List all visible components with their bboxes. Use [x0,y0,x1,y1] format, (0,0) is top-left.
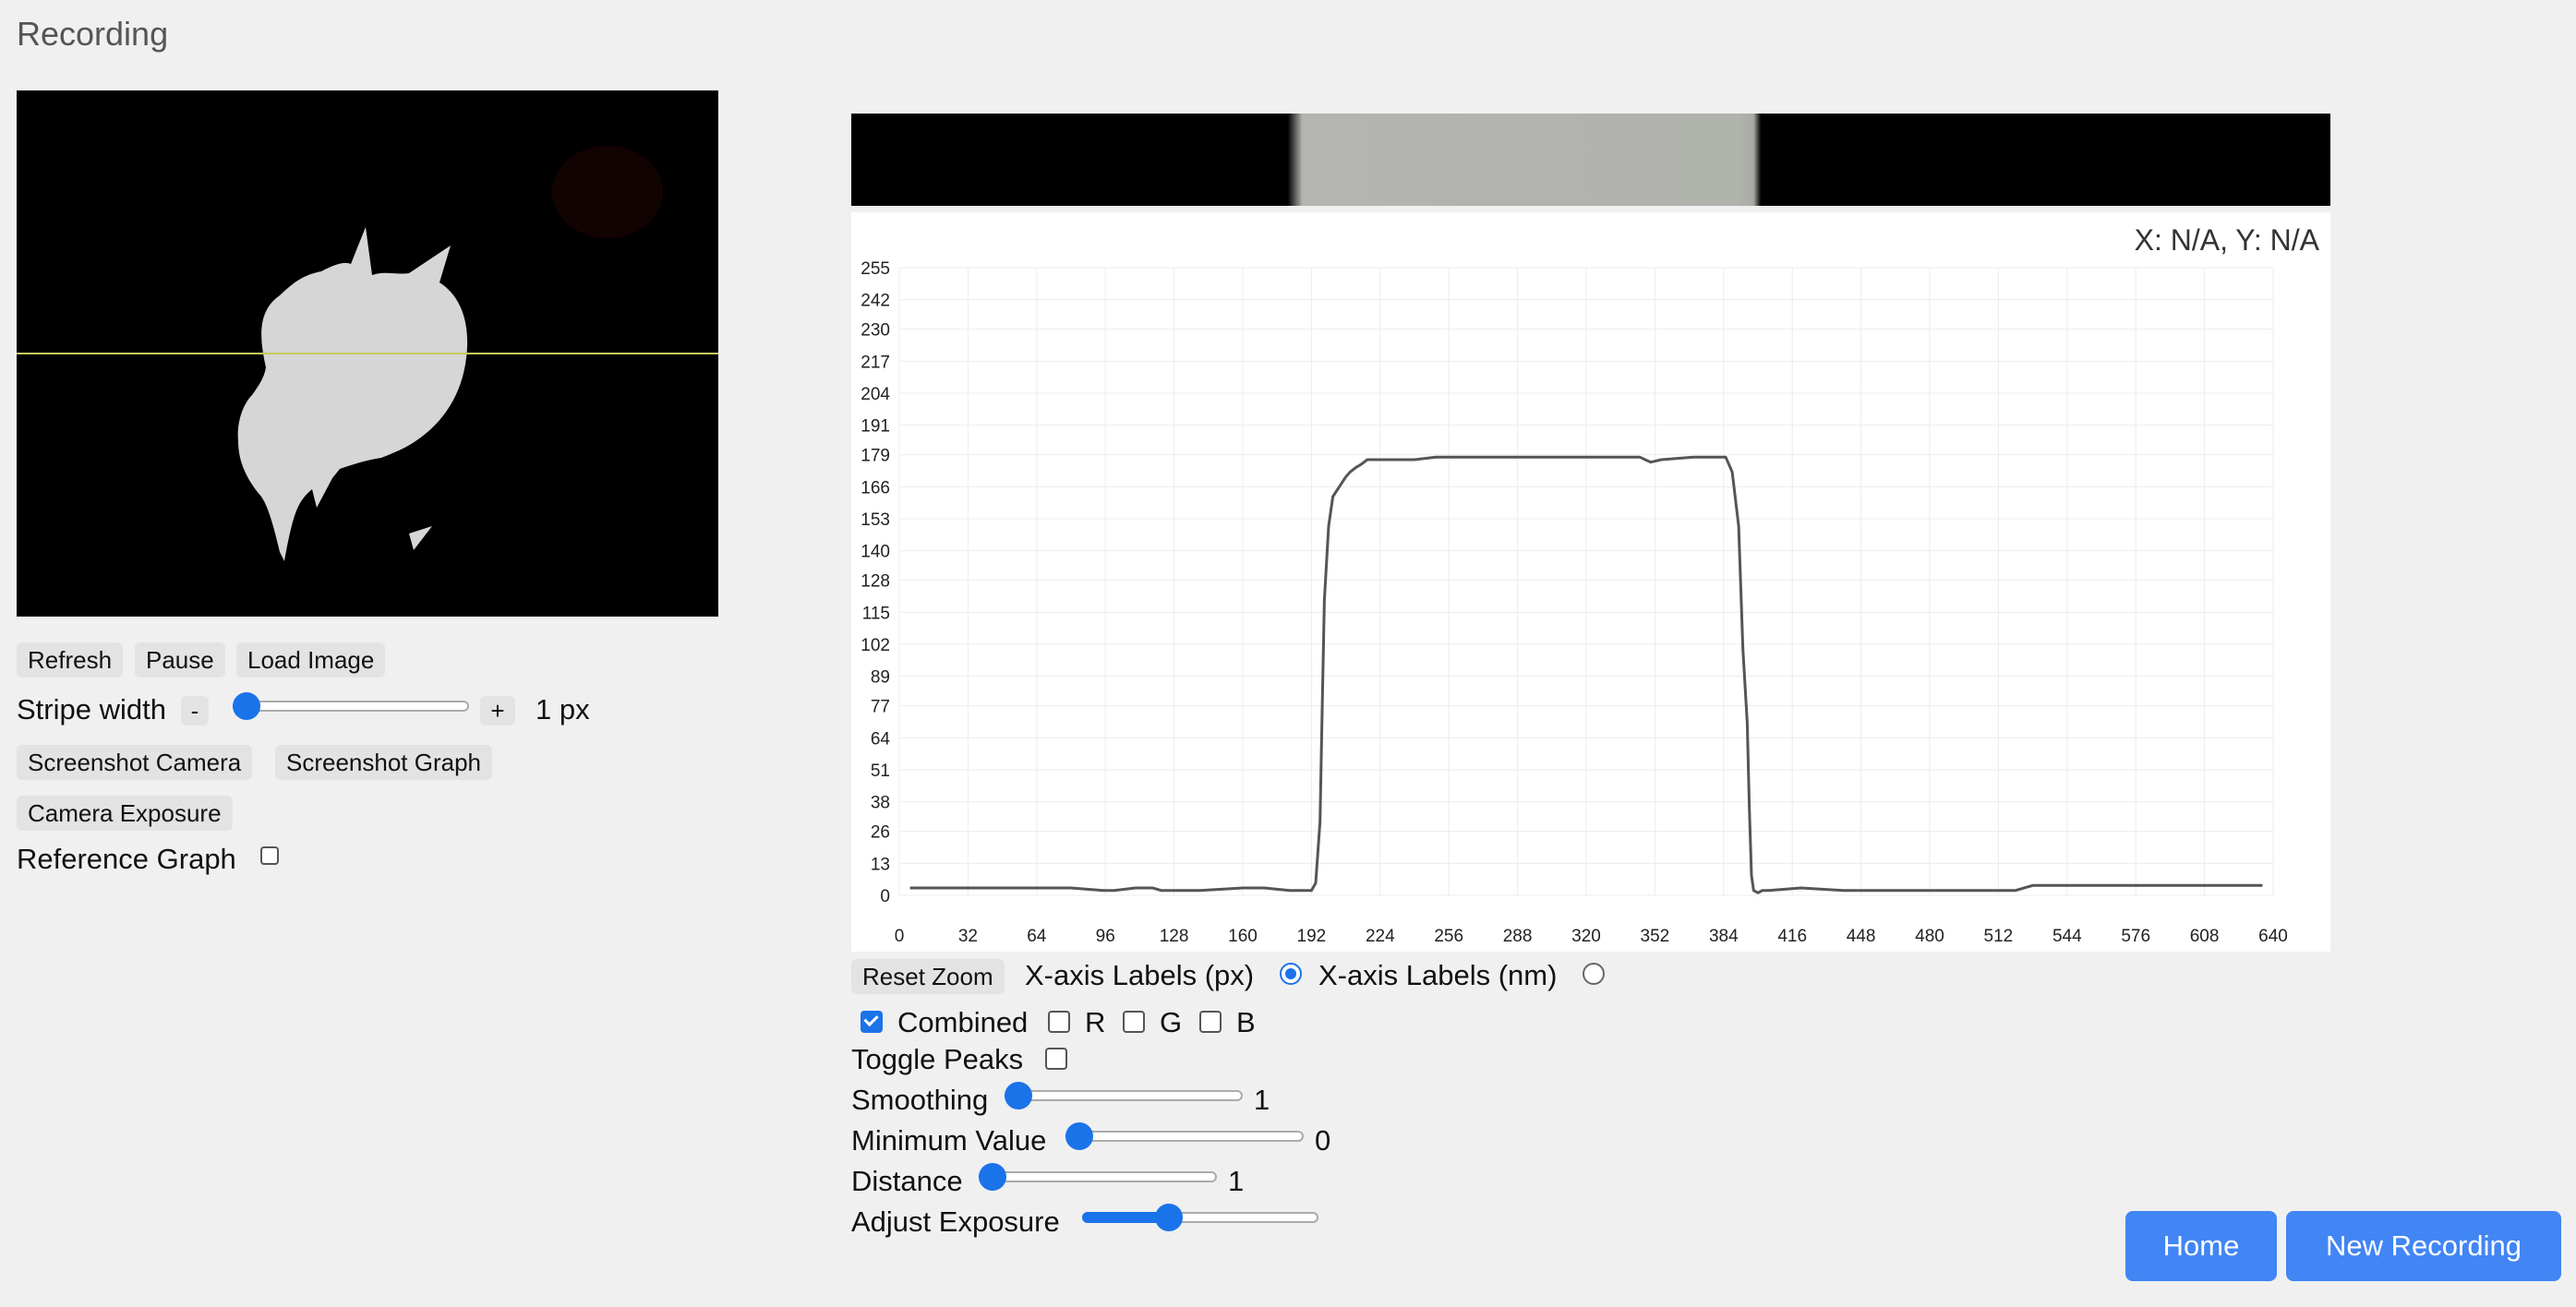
refresh-button[interactable]: Refresh [17,642,124,677]
y-tick-label: 0 [880,887,890,906]
y-tick-label: 179 [861,447,890,466]
g-checkbox[interactable] [1123,1011,1145,1033]
x-tick-label: 448 [1847,927,1876,946]
y-tick-label: 191 [861,417,890,437]
reference-graph-label: Reference Graph [17,843,236,875]
y-tick-label: 230 [861,321,890,341]
y-tick-label: 64 [871,729,891,749]
x-tick-label: 416 [1777,927,1807,946]
x-tick-label: 608 [2190,927,2220,946]
adjust-exposure-slider[interactable] [1082,1203,1318,1231]
y-tick-label: 166 [861,478,890,498]
y-tick-label: 89 [871,668,890,688]
y-tick-label: 204 [861,385,890,404]
camera-image [17,90,718,617]
minimum-value-label: Minimum Value [851,1124,1047,1157]
x-tick-label: 576 [2121,927,2150,946]
screenshot-camera-button[interactable]: Screenshot Camera [17,745,253,780]
xaxis-nm-radio[interactable] [1583,963,1605,985]
combined-checkbox[interactable] [861,1011,883,1033]
distance-slider[interactable] [979,1162,1217,1191]
pause-button[interactable]: Pause [135,642,225,677]
x-tick-label: 64 [1027,927,1047,946]
y-tick-label: 77 [871,698,890,717]
b-label: B [1236,1006,1256,1038]
y-tick-label: 153 [861,510,890,530]
distance-value: 1 [1228,1165,1245,1197]
x-tick-label: 256 [1434,927,1463,946]
x-tick-label: 0 [895,927,905,946]
r-label: R [1085,1006,1106,1038]
reset-zoom-button[interactable]: Reset Zoom [851,959,1005,994]
adjust-exposure-label: Adjust Exposure [851,1205,1060,1238]
y-tick-label: 255 [861,259,890,279]
x-tick-label: 160 [1228,927,1258,946]
stripe-width-label: Stripe width [17,693,166,725]
minimum-value-value: 0 [1315,1124,1331,1157]
camera-exposure-button[interactable]: Camera Exposure [17,796,233,831]
x-tick-label: 544 [2052,927,2082,946]
toggle-peaks-checkbox[interactable] [1045,1048,1067,1070]
x-tick-label: 512 [1984,927,2014,946]
camera-preview [17,90,718,617]
combined-label: Combined [897,1006,1029,1038]
x-tick-label: 224 [1366,927,1395,946]
load-image-button[interactable]: Load Image [236,642,386,677]
y-tick-label: 13 [871,855,890,874]
reference-graph-checkbox[interactable] [260,846,279,865]
stripe-image [851,114,2330,206]
x-tick-label: 480 [1915,927,1944,946]
g-label: G [1160,1006,1183,1038]
xaxis-px-radio[interactable] [1280,963,1302,985]
x-tick-label: 384 [1709,927,1739,946]
x-tick-label: 128 [1160,927,1189,946]
spectrum-chart[interactable]: X: N/A, Y: N/A 0 13 26 38 51 64 77 89 102 115 128 1… [851,212,2330,952]
stripe-width-slider[interactable] [233,691,469,720]
x-tick-label: 288 [1503,927,1533,946]
r-checkbox[interactable] [1048,1011,1070,1033]
page-title: Recording [17,15,169,53]
new-recording-button[interactable]: New Recording [2286,1211,2561,1281]
minimum-value-slider[interactable] [1065,1121,1304,1150]
xaxis-nm-label: X-axis Labels (nm) [1318,959,1558,991]
xaxis-px-label: X-axis Labels (px) [1025,959,1255,991]
screenshot-graph-button[interactable]: Screenshot Graph [275,745,493,780]
x-tick-label: 32 [958,927,978,946]
smoothing-label: Smoothing [851,1084,989,1116]
smoothing-value: 1 [1254,1084,1270,1116]
chart-plot: 0 13 26 38 51 64 77 89 102 115 128 140 153 166 179 191 2… [861,259,2288,946]
x-tick-label: 192 [1297,927,1327,946]
smoothing-slider[interactable] [1005,1081,1243,1109]
x-tick-label: 96 [1096,927,1115,946]
stripe-preview [851,114,2330,206]
y-tick-label: 217 [861,353,890,372]
home-button[interactable]: Home [2125,1211,2277,1281]
distance-label: Distance [851,1165,963,1197]
y-tick-label: 26 [871,823,890,843]
y-tick-label: 242 [861,292,890,311]
y-tick-label: 115 [862,604,890,623]
stripe-width-plus-button[interactable]: + [480,696,515,725]
stripe-width-value: 1 px [536,693,590,725]
x-tick-label: 352 [1641,927,1670,946]
x-tick-label: 320 [1571,927,1601,946]
y-tick-label: 102 [861,636,890,655]
y-tick-label: 38 [871,794,890,813]
b-checkbox[interactable] [1199,1011,1222,1033]
stripe-width-minus-button[interactable]: - [181,696,209,725]
y-tick-label: 51 [871,761,890,781]
y-tick-label: 128 [861,572,890,592]
toggle-peaks-label: Toggle Peaks [851,1043,1024,1075]
x-tick-label: 640 [2258,927,2288,946]
y-tick-label: 140 [861,543,890,562]
